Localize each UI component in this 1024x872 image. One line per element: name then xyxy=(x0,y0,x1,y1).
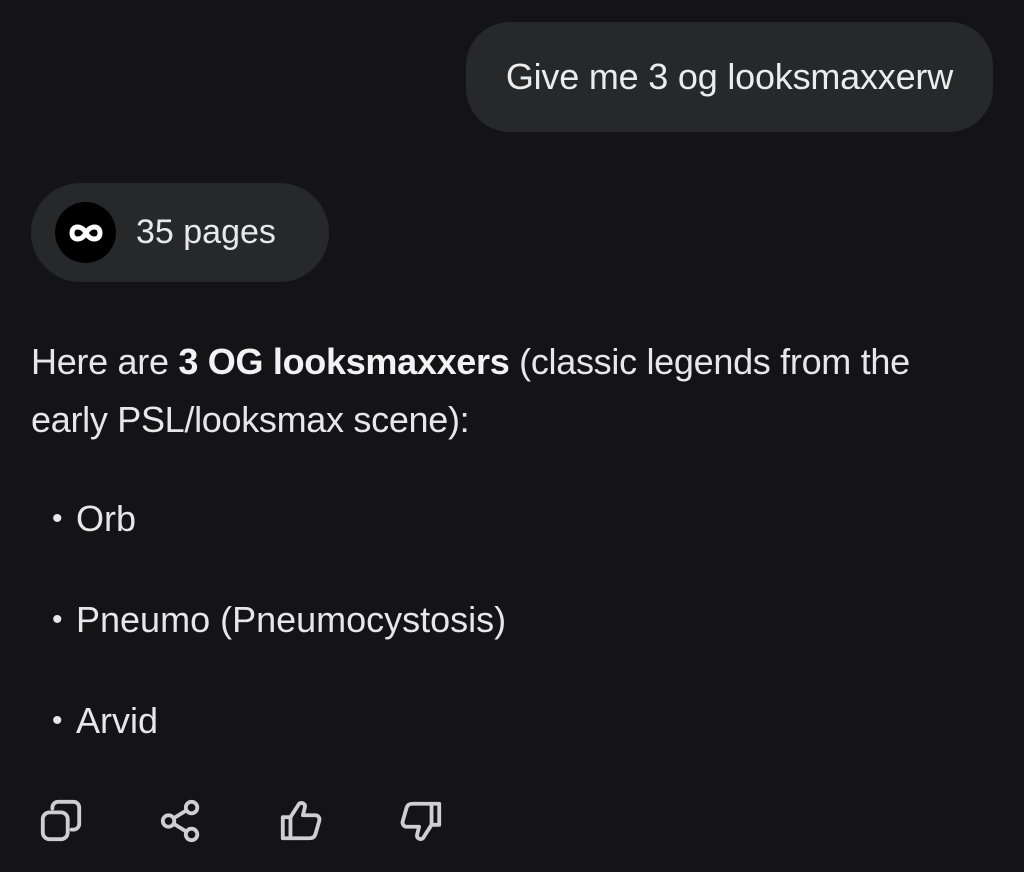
thumbs-up-button[interactable] xyxy=(276,796,326,846)
list-item-text: Pneumo (Pneumocystosis) xyxy=(76,599,507,640)
list-item: • Pneumo (Pneumocystosis) xyxy=(52,595,506,696)
answer-intro-prefix: Here are xyxy=(31,341,179,382)
answer-list: • Orb • Pneumo (Pneumocystosis) • Arvid xyxy=(52,494,506,797)
sources-chip[interactable]: 35 pages xyxy=(31,183,329,282)
chat-page: Give me 3 og looksmaxxerw 35 pages Here … xyxy=(0,0,1024,872)
list-item: • Orb xyxy=(52,494,506,595)
answer-intro: Here are 3 OG looksmaxxers (classic lege… xyxy=(31,333,971,449)
share-button[interactable] xyxy=(156,796,206,846)
list-item: • Arvid xyxy=(52,696,506,797)
infinity-link-icon xyxy=(55,202,116,263)
share-icon xyxy=(160,799,200,843)
copy-button[interactable] xyxy=(36,796,86,846)
copy-icon xyxy=(40,799,82,842)
bullet-icon: • xyxy=(52,603,63,636)
thumbs-up-icon xyxy=(280,801,322,841)
response-action-bar xyxy=(36,796,516,846)
sources-count-label: 35 pages xyxy=(136,213,276,251)
user-message-text: Give me 3 og looksmaxxerw xyxy=(505,56,953,97)
bullet-icon: • xyxy=(52,704,63,737)
bullet-icon: • xyxy=(52,502,63,535)
list-item-text: Arvid xyxy=(76,700,159,741)
thumbs-down-button[interactable] xyxy=(396,796,446,846)
thumbs-down-icon xyxy=(400,801,442,841)
list-item-text: Orb xyxy=(76,498,137,539)
answer-intro-bold: 3 OG looksmaxxers xyxy=(178,341,510,382)
user-message-bubble: Give me 3 og looksmaxxerw xyxy=(465,22,993,132)
